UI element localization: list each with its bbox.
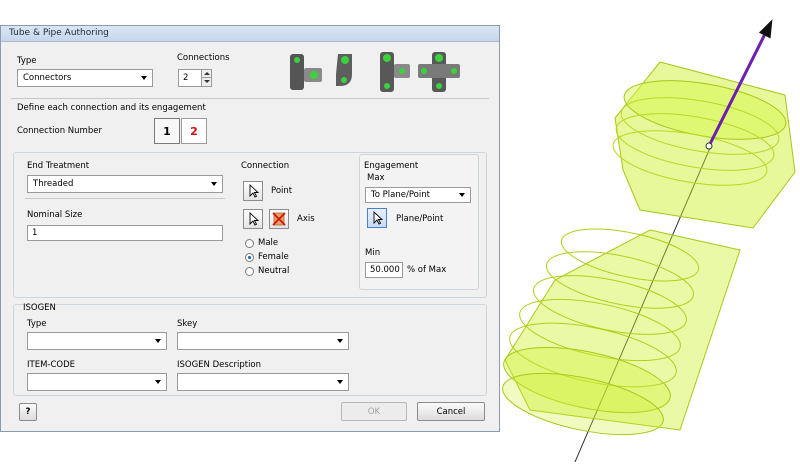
male-radio[interactable]: [245, 239, 254, 248]
help-icon: ?: [25, 407, 31, 417]
plane-point-label: Plane/Point: [396, 214, 444, 224]
min-label: Min: [365, 248, 381, 258]
chevron-down-icon: [337, 380, 343, 384]
stepper-down-button[interactable]: [201, 78, 211, 86]
axis-select-button[interactable]: [243, 209, 263, 229]
point-label: Point: [271, 186, 293, 196]
point-select-button[interactable]: [243, 181, 263, 201]
plane-point-select-button[interactable]: [367, 208, 387, 228]
ok-button-label: OK: [367, 407, 381, 417]
connections-label: Connections: [177, 53, 230, 63]
skey-dropdown[interactable]: [177, 332, 349, 350]
connection-group-label: Connection: [241, 161, 290, 171]
fitting-icons-row: [286, 46, 466, 98]
cancel-button-label: Cancel: [436, 407, 466, 417]
isogen-type-label: Type: [27, 319, 47, 329]
chevron-down-icon: [141, 76, 147, 80]
isogen-description-label: ISOGEN Description: [177, 360, 262, 370]
chevron-down-icon: [337, 339, 343, 343]
define-heading: Define each connection and its engagemen…: [17, 103, 206, 113]
type-dropdown[interactable]: Connectors: [17, 69, 153, 87]
cursor-arrow-icon: [249, 211, 260, 226]
connections-value: 2: [183, 73, 189, 83]
cross-fitting-icon[interactable]: [380, 52, 410, 92]
female-radio-label: Female: [258, 252, 289, 262]
dialog-titlebar[interactable]: Tube & Pipe Authoring: [1, 26, 499, 42]
model-viewport[interactable]: [495, 0, 800, 463]
nominal-size-label: Nominal Size: [27, 210, 83, 220]
max-value: To Plane/Point: [371, 190, 430, 200]
type-label: Type: [17, 56, 37, 66]
divider: [25, 198, 225, 199]
chevron-down-icon: [211, 182, 217, 186]
nominal-size-input[interactable]: 1: [27, 225, 223, 241]
type-value: Connectors: [23, 73, 72, 83]
isogen-label: ISOGEN: [23, 303, 56, 313]
male-radio-label: Male: [258, 238, 279, 248]
cursor-arrow-icon: [249, 183, 260, 198]
cursor-arrow-icon: [373, 210, 384, 225]
chevron-down-icon: [459, 193, 465, 197]
tee-fitting-icon[interactable]: [290, 54, 322, 90]
axis-flip-button[interactable]: [269, 209, 289, 229]
ok-button[interactable]: OK: [341, 402, 407, 421]
item-code-label: ITEM-CODE: [27, 360, 76, 370]
female-radio[interactable]: [245, 253, 254, 262]
end-treatment-label: End Treatment: [27, 161, 90, 171]
connection-2-label: 2: [190, 125, 198, 138]
dialog-title: Tube & Pipe Authoring: [9, 28, 109, 38]
elbow-fitting-icon[interactable]: [336, 54, 352, 86]
connection-1-label: 1: [163, 125, 171, 138]
connections-stepper[interactable]: 2: [178, 69, 212, 87]
stepper-up-button[interactable]: [201, 70, 211, 78]
four-way-fitting-icon[interactable]: [418, 52, 460, 92]
connection-number-label: Connection Number: [17, 126, 102, 136]
connection-1-button[interactable]: 1: [154, 118, 180, 144]
help-button[interactable]: ?: [19, 403, 37, 421]
end-treatment-dropdown[interactable]: Threaded: [27, 175, 223, 193]
neutral-radio-label: Neutral: [258, 266, 290, 276]
engagement-label: Engagement: [364, 161, 419, 171]
chevron-down-icon: [155, 380, 161, 384]
chevron-up-icon: [204, 72, 210, 75]
isogen-description-dropdown[interactable]: [177, 373, 349, 391]
min-input[interactable]: 50.000: [365, 262, 403, 278]
connection-2-button[interactable]: 2: [181, 118, 207, 144]
divider: [11, 98, 489, 99]
nominal-size-value: 1: [32, 228, 38, 238]
min-unit-label: % of Max: [407, 265, 447, 275]
direction-arrow-head: [758, 19, 773, 39]
tube-pipe-authoring-dialog: Tube & Pipe Authoring Type Connectors Co…: [0, 25, 500, 432]
threaded-connector-model: [502, 19, 796, 463]
skey-label: Skey: [177, 319, 198, 329]
axis-label: Axis: [297, 214, 315, 224]
chevron-down-icon: [155, 339, 161, 343]
max-dropdown[interactable]: To Plane/Point: [365, 187, 471, 203]
end-treatment-value: Threaded: [33, 179, 74, 189]
connection-point-marker: [705, 142, 713, 150]
max-label: Max: [367, 173, 385, 183]
neutral-radio[interactable]: [245, 267, 254, 276]
item-code-dropdown[interactable]: [27, 373, 167, 391]
chevron-down-icon: [204, 80, 210, 83]
min-value: 50.000: [370, 265, 400, 275]
flip-direction-icon: [272, 212, 286, 226]
isogen-type-dropdown[interactable]: [27, 332, 167, 350]
cancel-button[interactable]: Cancel: [417, 402, 485, 421]
